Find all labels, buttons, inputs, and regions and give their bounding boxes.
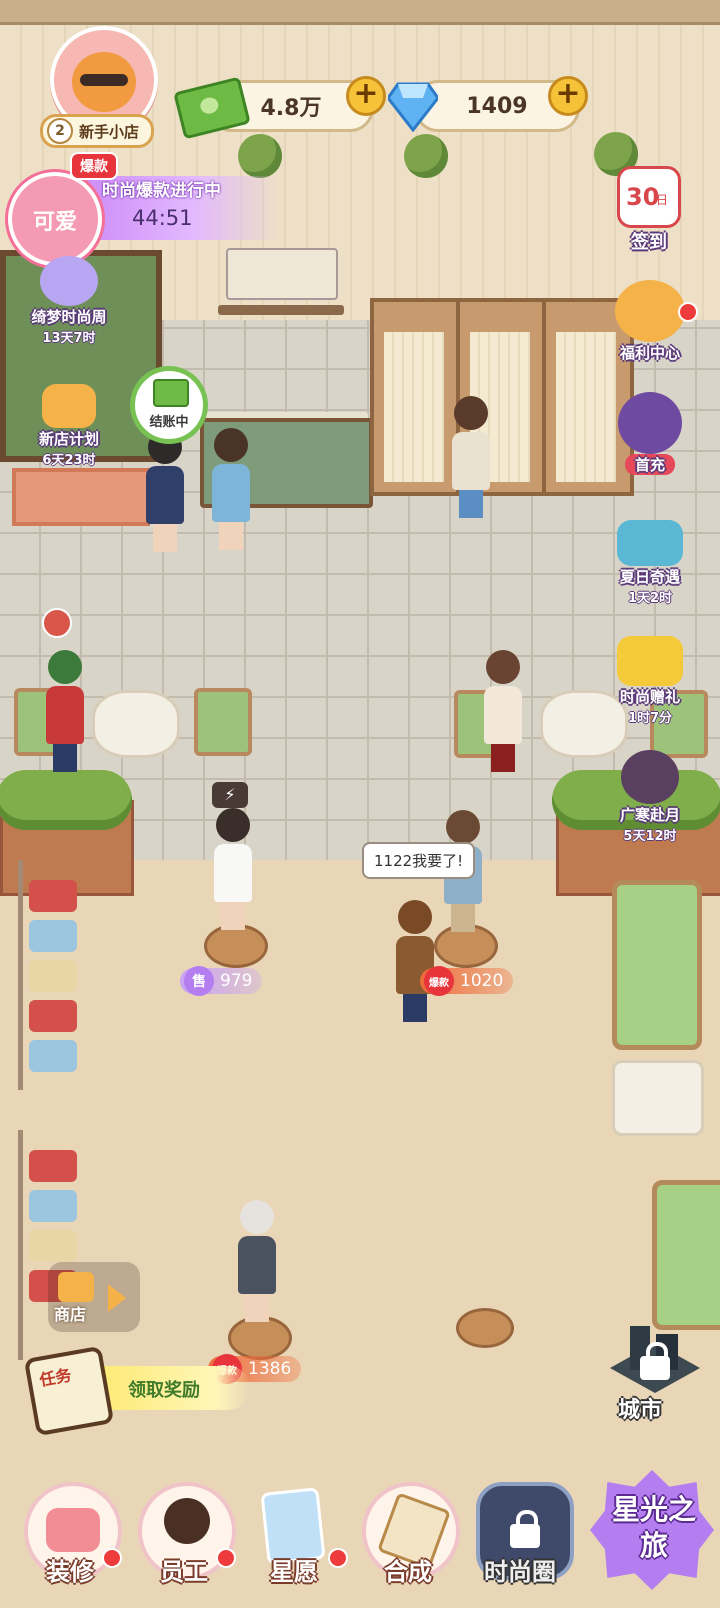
customer[interactable] xyxy=(40,650,90,772)
star-journey-label: 星光之旅 xyxy=(611,1493,696,1562)
new-shop-plan-button[interactable]: 新店计划 6天23时 xyxy=(14,384,124,468)
cashier-staff[interactable] xyxy=(140,430,190,552)
customer-speech-bubble: 1122我要了! xyxy=(362,842,476,879)
summer-adventure-label: 夏日奇遇 xyxy=(619,568,680,586)
welfare-center-label: 福利中心 xyxy=(619,344,680,362)
checkout-label: 结账中 xyxy=(149,415,189,430)
diamond-value: 1409 xyxy=(466,93,528,119)
new-shop-plan-timer: 6天23时 xyxy=(42,453,96,468)
arrow-right-icon xyxy=(108,1284,126,1312)
price-value: 979 xyxy=(220,971,253,991)
display-stand xyxy=(204,924,268,968)
lock-icon xyxy=(510,1510,540,1548)
hanging-plant xyxy=(238,134,282,178)
shop-name: 新手小店 xyxy=(79,122,140,141)
event-style-bubble[interactable]: 可爱 xyxy=(8,172,102,266)
nav-wish-label: 星愿 xyxy=(270,1558,318,1586)
moon-event-button[interactable]: 广寒赴月 5天12时 xyxy=(594,750,706,844)
nav-decorate-label: 装修 xyxy=(46,1558,94,1586)
event-timer: 44:51 xyxy=(132,206,193,230)
hot-flame-icon: 爆款 xyxy=(424,966,454,996)
hedge xyxy=(0,770,132,830)
sofa xyxy=(652,1180,720,1330)
claim-reward-label: 领取奖励 xyxy=(128,1380,200,1401)
customer[interactable] xyxy=(390,900,440,1022)
hot-tag: 爆款 xyxy=(70,152,118,180)
notification-dot xyxy=(678,302,698,322)
shop-level-badge[interactable]: 2 新手小店 xyxy=(40,114,155,148)
price-tag: 爆款 1020 xyxy=(420,966,514,996)
summer-adventure-button[interactable]: 夏日奇遇 1天2时 xyxy=(594,520,706,606)
clothing-rack xyxy=(18,860,83,1090)
fashion-gift-timer: 1时7分 xyxy=(627,711,673,726)
armchair-icon xyxy=(46,1508,100,1552)
nav-merge-label: 合成 xyxy=(384,1558,432,1586)
side-table xyxy=(612,1060,704,1136)
empty-display-stand[interactable] xyxy=(456,1308,514,1348)
price-value: 1386 xyxy=(248,1359,292,1379)
add-diamond-button[interactable]: + xyxy=(548,76,588,116)
moon-event-label: 广寒赴月 xyxy=(619,806,680,824)
shopping-bag-icon xyxy=(58,1272,94,1302)
nav-staff-label: 员工 xyxy=(160,1558,208,1586)
megaphone-icon xyxy=(42,384,96,428)
city-label: 城市 xyxy=(618,1398,663,1423)
cash-value: 4.8万 xyxy=(260,96,322,121)
cash-icon xyxy=(153,379,189,407)
fashion-week-button[interactable]: 绮梦时尚周 13天7时 xyxy=(14,256,124,346)
clock-icon xyxy=(42,608,72,638)
moon-event-timer: 5天12时 xyxy=(623,829,677,844)
add-cash-button[interactable]: + xyxy=(346,76,386,116)
gift-box-icon xyxy=(617,636,683,686)
nav-fashion-circle-label: 时尚圈 xyxy=(484,1558,556,1586)
event-title: 时尚爆款进行中 xyxy=(102,181,221,201)
calendar-icon: 30 日 xyxy=(617,166,681,228)
gift-boxes-icon xyxy=(617,520,683,566)
level-number: 2 xyxy=(47,118,73,144)
character-portrait-icon xyxy=(621,750,679,804)
fashion-week-label: 绮梦时尚周 xyxy=(31,308,107,326)
checkout-indicator: 结账中 xyxy=(130,366,208,444)
cat-gift-icon xyxy=(615,280,685,342)
cafe-table xyxy=(92,690,180,758)
customer[interactable] xyxy=(446,396,496,518)
wall-shelf xyxy=(218,305,344,315)
new-shop-plan-label: 新店计划 xyxy=(38,430,99,448)
price-tag: 售 979 xyxy=(180,966,263,996)
sofa xyxy=(612,880,702,1050)
first-charge-label: 首充 xyxy=(624,454,675,475)
cafe-chair xyxy=(194,688,252,756)
wall-sign xyxy=(226,248,338,300)
sale-icon: 售 xyxy=(184,966,214,996)
mannequin-model[interactable] xyxy=(208,808,258,930)
character-portrait-icon xyxy=(618,392,682,454)
diamond-icon xyxy=(388,82,438,132)
task-list-icon[interactable]: 任务 xyxy=(23,1345,115,1437)
staff-portrait-icon xyxy=(164,1498,210,1544)
fashion-week-timer: 13天7时 xyxy=(42,331,96,346)
energy-icon: ⚡ xyxy=(212,782,248,808)
signin-button[interactable]: 30 日 签到 xyxy=(612,166,686,254)
event-style-label: 可爱 xyxy=(32,210,77,235)
mannequin-model[interactable] xyxy=(232,1200,282,1322)
price-value: 1020 xyxy=(460,971,504,991)
summer-adventure-timer: 1天2时 xyxy=(627,591,673,606)
flower-icon xyxy=(40,256,98,306)
hanging-plant xyxy=(404,134,448,178)
first-charge-button[interactable]: 首充 xyxy=(600,392,700,475)
customer[interactable] xyxy=(206,428,256,550)
lock-icon xyxy=(640,1342,670,1380)
fashion-gift-label: 时尚赠礼 xyxy=(619,688,680,706)
display-stand xyxy=(228,1316,292,1360)
welfare-center-button[interactable]: 福利中心 xyxy=(600,280,700,363)
customer[interactable] xyxy=(478,650,528,772)
entrance-rug xyxy=(12,468,150,526)
signin-label: 签到 xyxy=(631,232,667,253)
wall-trim xyxy=(0,0,720,25)
fashion-gift-button[interactable]: 时尚赠礼 1时7分 xyxy=(594,636,706,726)
shop-label: 商店 xyxy=(54,1305,87,1324)
